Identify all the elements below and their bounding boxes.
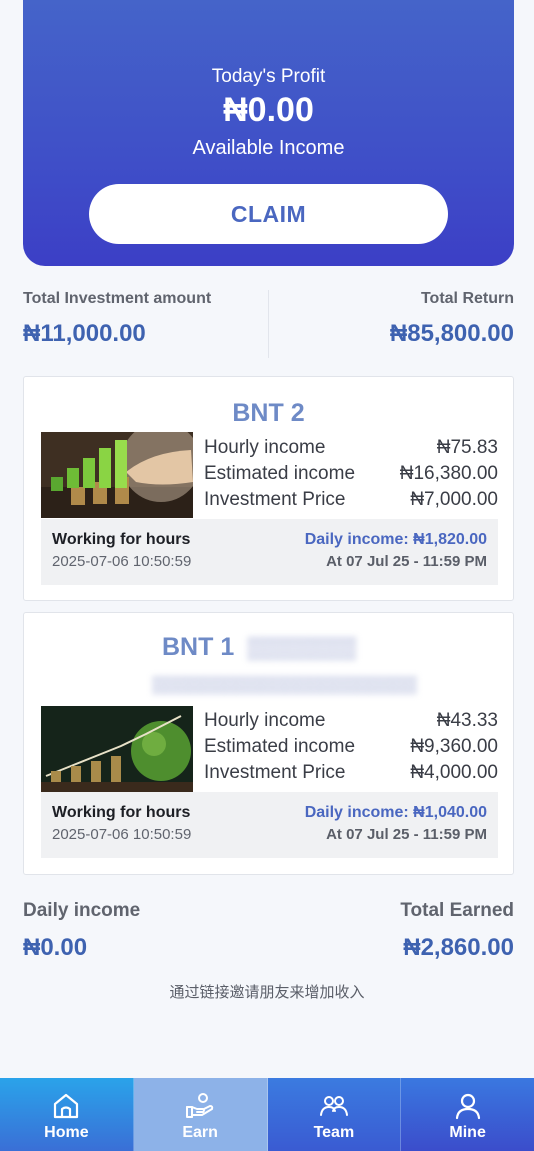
tab-label: Team — [313, 1124, 355, 1141]
daily-income-label: Daily income — [23, 900, 141, 921]
payout-time: At 07 Jul 25 - 11:59 PM — [326, 826, 487, 843]
working-label: Working for hours — [52, 531, 191, 548]
estimated-income-row: Estimated income ₦9,360.00 — [204, 736, 498, 762]
claim-button[interactable]: CLAIM — [89, 184, 448, 244]
user-icon — [455, 1093, 480, 1120]
hourly-income-label: Hourly income — [204, 437, 326, 458]
product-image — [41, 706, 193, 792]
product-card[interactable]: BNT 1 ▒▒▒▒▒▒▒ ▒▒▒▒▒▒▒▒▒▒▒▒▒▒▒▒▒▒▒▒▒▒ Hou… — [23, 612, 514, 875]
total-return-value: ₦85,800.00 — [389, 320, 514, 347]
estimated-income-value: ₦9,360.00 — [410, 736, 498, 757]
bottom-tab-bar: Home Earn Team Mine — [0, 1078, 534, 1151]
product-details: Hourly income ₦75.83 Estimated income ₦1… — [204, 437, 498, 515]
investment-price-label: Investment Price — [204, 762, 346, 783]
available-income-label: Available Income — [192, 137, 345, 159]
hourly-income-label: Hourly income — [204, 710, 326, 731]
tab-earn[interactable]: Earn — [133, 1078, 268, 1151]
working-label: Working for hours — [52, 804, 191, 821]
product-details: Hourly income ₦43.33 Estimated income ₦9… — [204, 710, 498, 788]
estimated-income-row: Estimated income ₦16,380.00 — [204, 463, 498, 489]
total-investment-value: ₦11,000.00 — [23, 320, 146, 347]
tab-home[interactable]: Home — [0, 1078, 134, 1151]
earnings-summary: Daily income ₦0.00 Total Earned ₦2,860.0… — [23, 900, 514, 970]
investment-price-label: Investment Price — [204, 489, 346, 510]
start-timestamp: 2025-07-06 10:50:59 — [52, 826, 192, 843]
hourly-income-row: Hourly income ₦43.33 — [204, 710, 498, 736]
today-profit-amount: ₦0.00 — [223, 91, 314, 129]
team-icon — [319, 1096, 348, 1116]
product-title: BNT 1 ▒▒▒▒▒▒▒ — [162, 633, 513, 662]
investment-price-value: ₦7,000.00 — [410, 489, 498, 510]
investment-summary: Total Investment amount ₦11,000.00 Total… — [23, 290, 514, 360]
total-earned-label: Total Earned — [400, 900, 514, 921]
investment-price-row: Investment Price ₦4,000.00 — [204, 762, 498, 788]
tab-label: Mine — [449, 1124, 486, 1141]
daily-income-value: Daily income: ₦1,040.00 — [304, 804, 487, 821]
estimated-income-value: ₦16,380.00 — [399, 463, 498, 484]
today-profit-label: Today's Profit — [211, 66, 326, 87]
product-card[interactable]: BNT 2 Hourly income ₦75.83 Estimated inc… — [23, 376, 514, 601]
product-status-box: Working for hours 2025-07-06 10:50:59 Da… — [41, 519, 498, 585]
payout-time: At 07 Jul 25 - 11:59 PM — [326, 553, 487, 570]
investment-price-value: ₦4,000.00 — [410, 762, 498, 783]
hourly-income-value: ₦43.33 — [436, 710, 498, 731]
investment-price-row: Investment Price ₦7,000.00 — [204, 489, 498, 515]
start-timestamp: 2025-07-06 10:50:59 — [52, 553, 192, 570]
hand-coin-icon — [186, 1093, 214, 1118]
product-image — [41, 432, 193, 518]
total-earned-value: ₦2,860.00 — [403, 934, 514, 961]
redacted-text: ▒▒▒▒▒▒▒ — [247, 635, 357, 660]
home-icon — [54, 1093, 79, 1119]
redacted-text: ▒▒▒▒▒▒▒▒▒▒▒▒▒▒▒▒▒▒▒▒▒▒ — [152, 675, 417, 694]
tab-label: Home — [44, 1124, 89, 1141]
tab-team[interactable]: Team — [267, 1078, 402, 1151]
product-status-box: Working for hours 2025-07-06 10:50:59 Da… — [41, 792, 498, 858]
daily-income-total: ₦0.00 — [23, 934, 88, 961]
hourly-income-row: Hourly income ₦75.83 — [204, 437, 498, 463]
hourly-income-value: ₦75.83 — [436, 437, 498, 458]
profit-hero-card: Today's Profit ₦0.00 Available Income CL… — [23, 0, 514, 266]
invite-hint: 通过链接邀请朋友来增加收入 — [169, 984, 365, 1001]
total-return-label: Total Return — [420, 290, 514, 307]
estimated-income-label: Estimated income — [204, 736, 356, 757]
tab-mine[interactable]: Mine — [401, 1078, 534, 1151]
tab-label: Earn — [182, 1124, 218, 1141]
daily-income-value: Daily income: ₦1,820.00 — [304, 531, 487, 548]
product-title: BNT 2 — [232, 399, 305, 427]
product-title-text: BNT 1 — [162, 633, 235, 661]
estimated-income-label: Estimated income — [204, 463, 356, 484]
total-investment-label: Total Investment amount — [23, 290, 212, 307]
divider — [268, 290, 269, 358]
